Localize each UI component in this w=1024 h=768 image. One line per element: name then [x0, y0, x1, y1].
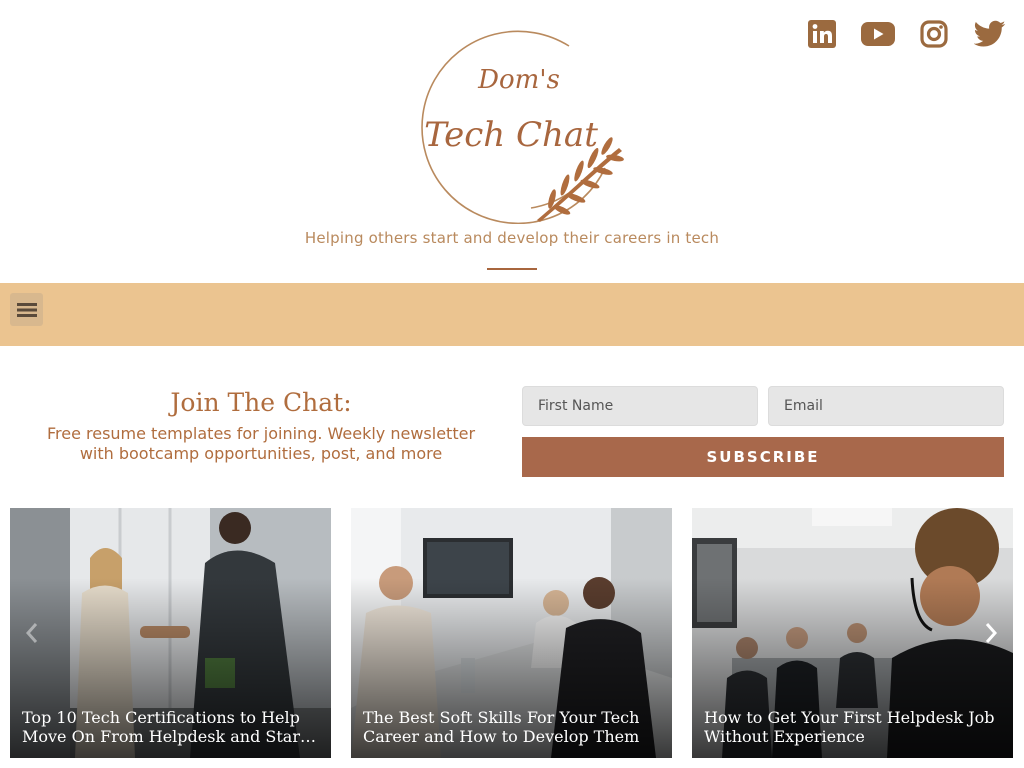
carousel-next-button[interactable] [979, 621, 1003, 645]
divider [487, 268, 537, 270]
chevron-right-icon [985, 623, 998, 643]
first-name-field[interactable] [522, 386, 758, 426]
post-title[interactable]: Top 10 Tech Certifications to Help Move … [22, 708, 319, 746]
nav-bar [0, 283, 1024, 346]
email-field[interactable] [768, 386, 1004, 426]
newsletter-description: Free resume templates for joining. Weekl… [46, 424, 476, 463]
twitter-icon[interactable] [972, 16, 1008, 52]
post-title[interactable]: How to Get Your First Helpdesk Job Witho… [704, 708, 1001, 746]
newsletter-title: Join The Chat: [170, 388, 352, 417]
site-logo[interactable]: Dom's Tech Chat [419, 18, 625, 225]
linkedin-icon[interactable] [804, 16, 840, 52]
menu-toggle-button[interactable] [10, 293, 43, 326]
logo-text-main: Tech Chat [424, 115, 598, 155]
youtube-icon[interactable] [860, 16, 896, 52]
hamburger-menu-icon [16, 302, 37, 317]
post-card[interactable]: How to Get Your First Helpdesk Job Witho… [692, 508, 1013, 758]
post-card[interactable]: The Best Soft Skills For Your Tech Caree… [351, 508, 672, 758]
instagram-icon[interactable] [916, 16, 952, 52]
carousel-prev-button[interactable] [20, 621, 44, 645]
post-title[interactable]: The Best Soft Skills For Your Tech Caree… [363, 708, 660, 746]
post-card[interactable]: Top 10 Tech Certifications to Help Move … [10, 508, 331, 758]
chevron-left-icon [25, 623, 38, 643]
subscribe-button[interactable]: SUBSCRIBE [522, 437, 1004, 477]
site-tagline: Helping others start and develop their c… [304, 229, 720, 247]
logo-text-top: Dom's [477, 65, 560, 95]
